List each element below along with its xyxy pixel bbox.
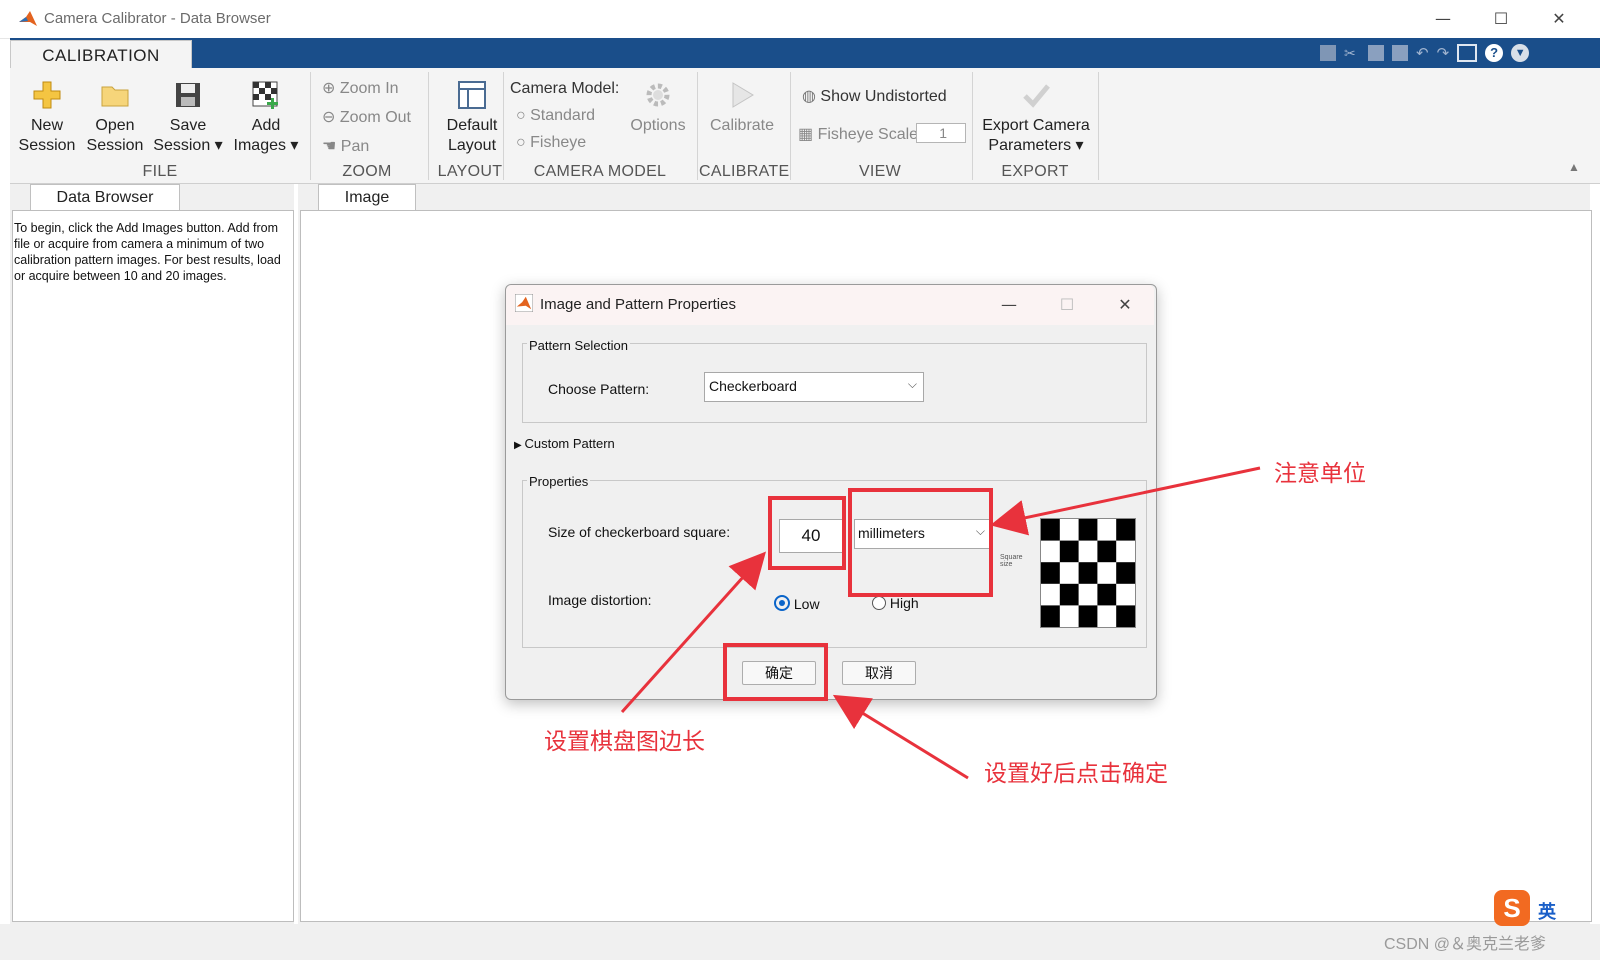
sogou-ime-icon[interactable]: S — [1494, 890, 1530, 926]
size-arrow — [620, 551, 767, 714]
ime-language-indicator[interactable]: 英 — [1538, 898, 1556, 924]
units-arrow — [990, 466, 1261, 536]
watermark-text: CSDN @＆奥克兰老爹 — [1384, 936, 1547, 953]
confirm-arrow — [832, 694, 969, 780]
size-note: 设置棋盘图边长 — [544, 729, 705, 755]
units-note: 注意单位 — [1274, 461, 1366, 487]
confirm-note: 设置好后点击确定 — [984, 761, 1168, 787]
